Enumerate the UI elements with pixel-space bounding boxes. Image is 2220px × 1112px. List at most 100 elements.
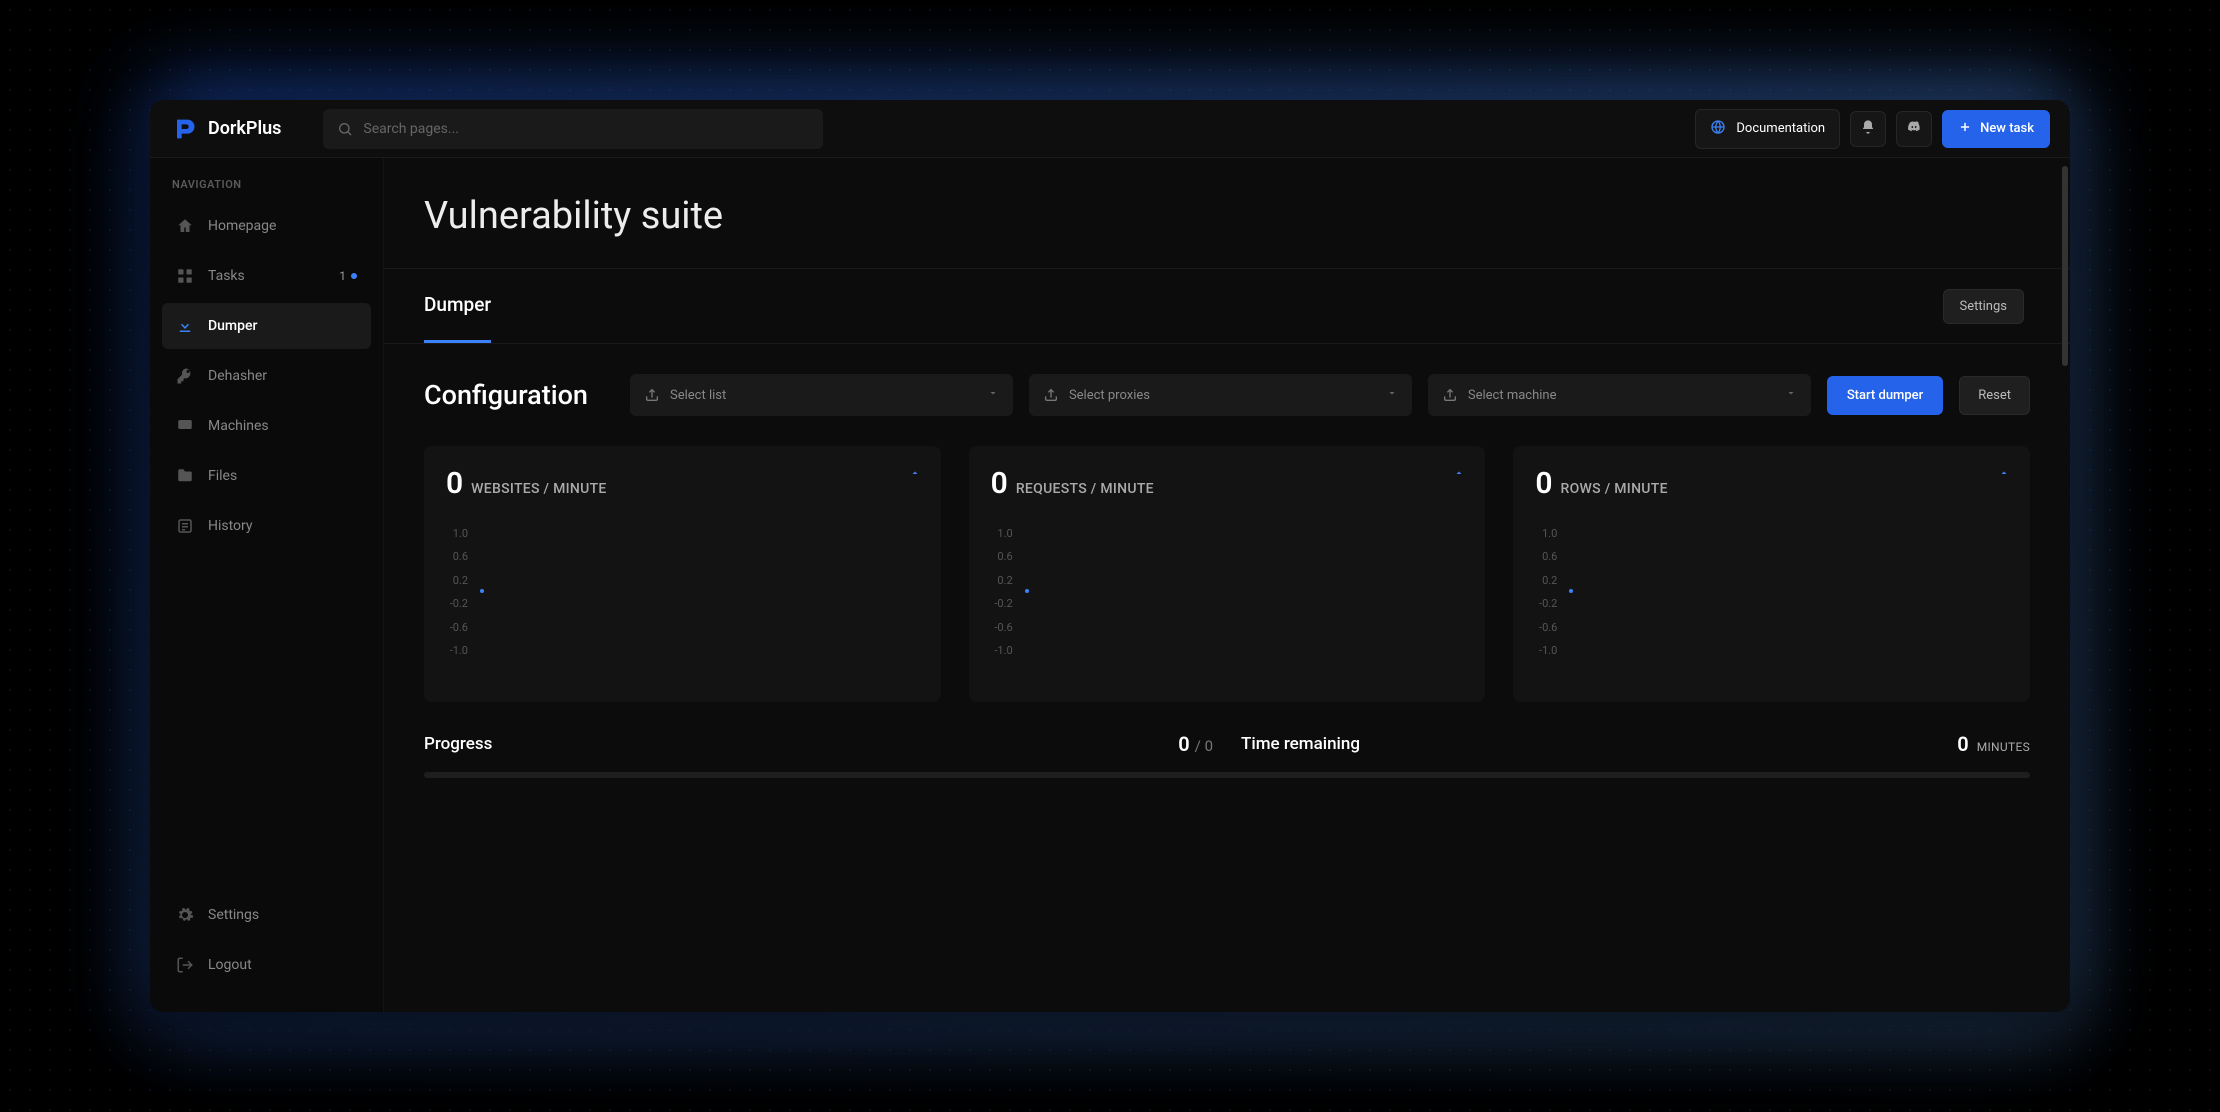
trend-up-icon bbox=[1453, 464, 1465, 483]
sidebar-item-label: Files bbox=[208, 468, 237, 484]
sidebar-item-settings[interactable]: Settings bbox=[162, 892, 371, 938]
reset-button[interactable]: Reset bbox=[1959, 376, 2030, 415]
chevron-down-icon bbox=[1785, 387, 1797, 403]
start-dumper-button[interactable]: Start dumper bbox=[1827, 376, 1943, 415]
brand-name: DorkPlus bbox=[208, 118, 281, 139]
time-section: Time remaining 0 MINUTES bbox=[1241, 732, 2030, 756]
discord-button[interactable] bbox=[1896, 111, 1932, 147]
chart-websites: 1.0 0.6 0.2 -0.2 -0.6 -1.0 bbox=[446, 527, 919, 657]
sidebar-item-tasks[interactable]: Tasks 1 bbox=[162, 253, 371, 299]
stat-header: 0 REQUESTS / MINUTE bbox=[991, 466, 1464, 501]
sidebar-item-dumper[interactable]: Dumper bbox=[162, 303, 371, 349]
stat-value: 0 bbox=[446, 466, 463, 501]
y-tick: -0.2 bbox=[991, 597, 1013, 610]
tab-settings-button[interactable]: Settings bbox=[1943, 289, 2024, 324]
select-machine-label: Select machine bbox=[1468, 388, 1557, 403]
progress-label: Progress bbox=[424, 734, 492, 754]
sidebar-item-label: Dumper bbox=[208, 318, 257, 334]
y-tick: -1.0 bbox=[991, 644, 1013, 657]
grid-icon bbox=[176, 267, 194, 285]
plus-icon bbox=[1958, 120, 1972, 138]
app-window: DorkPlus Documentation bbox=[150, 100, 2070, 1012]
stat-card-websites: 0 WEBSITES / MINUTE 1.0 0.6 0.2 -0.2 -0.… bbox=[424, 446, 941, 702]
search-input[interactable] bbox=[363, 121, 809, 137]
chart-y-axis: 1.0 0.6 0.2 -0.2 -0.6 -1.0 bbox=[1535, 527, 1557, 657]
tasks-badge: 1 bbox=[339, 269, 357, 283]
y-tick: -1.0 bbox=[1535, 644, 1557, 657]
y-tick: -0.2 bbox=[1535, 597, 1557, 610]
trend-up-icon bbox=[909, 464, 921, 483]
y-tick: 1.0 bbox=[1535, 527, 1557, 540]
y-tick: 0.6 bbox=[1535, 550, 1557, 563]
y-tick: -0.6 bbox=[991, 621, 1013, 634]
new-task-label: New task bbox=[1980, 121, 2034, 136]
y-tick: 0.2 bbox=[446, 574, 468, 587]
time-unit: MINUTES bbox=[1977, 740, 2030, 754]
sidebar: NAVIGATION Homepage Tasks 1 Dumper Dehas bbox=[150, 158, 384, 1012]
brand-logo[interactable]: DorkPlus bbox=[170, 115, 281, 143]
y-tick: -0.6 bbox=[1535, 621, 1557, 634]
time-value: 0 bbox=[1957, 732, 1968, 756]
stat-label: ROWS / MINUTE bbox=[1560, 481, 1667, 497]
tab-dumper[interactable]: Dumper bbox=[424, 269, 491, 343]
chevron-down-icon bbox=[1386, 387, 1398, 403]
upload-icon bbox=[1043, 387, 1059, 403]
progress-total: / 0 bbox=[1195, 737, 1213, 755]
upload-icon bbox=[644, 387, 660, 403]
new-task-button[interactable]: New task bbox=[1942, 110, 2050, 148]
select-machine-dropdown[interactable]: Select machine bbox=[1428, 374, 1811, 416]
notifications-button[interactable] bbox=[1850, 111, 1886, 147]
main-content: Vulnerability suite Dumper Settings Conf… bbox=[384, 158, 2070, 1012]
select-proxies-dropdown[interactable]: Select proxies bbox=[1029, 374, 1412, 416]
body: NAVIGATION Homepage Tasks 1 Dumper Dehas bbox=[150, 158, 2070, 1012]
sidebar-item-homepage[interactable]: Homepage bbox=[162, 203, 371, 249]
y-tick: 0.2 bbox=[991, 574, 1013, 587]
stat-header: 0 ROWS / MINUTE bbox=[1535, 466, 2008, 501]
sidebar-heading: NAVIGATION bbox=[162, 178, 371, 203]
progress-numbers: 0 / 0 bbox=[1178, 732, 1213, 756]
scrollbar[interactable] bbox=[2062, 166, 2068, 366]
config-row: Configuration Select list Select proxies bbox=[424, 374, 2030, 416]
y-tick: 0.6 bbox=[991, 550, 1013, 563]
sidebar-item-label: Machines bbox=[208, 418, 269, 434]
sidebar-item-label: History bbox=[208, 518, 253, 534]
config-section: Configuration Select list Select proxies bbox=[384, 344, 2070, 416]
progress-current: 0 bbox=[1178, 732, 1189, 756]
key-icon bbox=[176, 367, 194, 385]
y-tick: 1.0 bbox=[991, 527, 1013, 540]
chart-y-axis: 1.0 0.6 0.2 -0.2 -0.6 -1.0 bbox=[446, 527, 468, 657]
documentation-button[interactable]: Documentation bbox=[1695, 109, 1840, 149]
select-list-label: Select list bbox=[670, 388, 726, 403]
upload-icon bbox=[1442, 387, 1458, 403]
stat-card-rows: 0 ROWS / MINUTE 1.0 0.6 0.2 -0.2 -0.6 -1… bbox=[1513, 446, 2030, 702]
sidebar-item-files[interactable]: Files bbox=[162, 453, 371, 499]
search-box[interactable] bbox=[323, 109, 823, 149]
logout-icon bbox=[176, 956, 194, 974]
stat-label: REQUESTS / MINUTE bbox=[1016, 481, 1154, 497]
sidebar-item-label: Settings bbox=[208, 907, 259, 923]
sidebar-item-logout[interactable]: Logout bbox=[162, 942, 371, 988]
chart-body bbox=[1021, 527, 1464, 657]
sidebar-item-history[interactable]: History bbox=[162, 503, 371, 549]
select-list-dropdown[interactable]: Select list bbox=[630, 374, 1013, 416]
sidebar-item-machines[interactable]: Machines bbox=[162, 403, 371, 449]
chart-rows: 1.0 0.6 0.2 -0.2 -0.6 -1.0 bbox=[1535, 527, 2008, 657]
stat-header: 0 WEBSITES / MINUTE bbox=[446, 466, 919, 501]
page-title-block: Vulnerability suite bbox=[384, 158, 2070, 269]
chart-y-axis: 1.0 0.6 0.2 -0.2 -0.6 -1.0 bbox=[991, 527, 1013, 657]
chart-requests: 1.0 0.6 0.2 -0.2 -0.6 -1.0 bbox=[991, 527, 1464, 657]
sidebar-footer: Settings Logout bbox=[162, 892, 371, 992]
trend-up-icon bbox=[1998, 464, 2010, 483]
sidebar-item-dehasher[interactable]: Dehasher bbox=[162, 353, 371, 399]
bell-icon bbox=[1860, 119, 1876, 139]
discord-icon bbox=[1906, 119, 1922, 139]
page-title: Vulnerability suite bbox=[424, 194, 2030, 238]
sidebar-item-label: Tasks bbox=[208, 268, 245, 284]
chart-data-point bbox=[480, 589, 484, 593]
time-remaining-label: Time remaining bbox=[1241, 734, 1360, 754]
download-icon bbox=[176, 317, 194, 335]
y-tick: -1.0 bbox=[446, 644, 468, 657]
chart-data-point bbox=[1025, 589, 1029, 593]
y-tick: 0.6 bbox=[446, 550, 468, 563]
folder-icon bbox=[176, 467, 194, 485]
